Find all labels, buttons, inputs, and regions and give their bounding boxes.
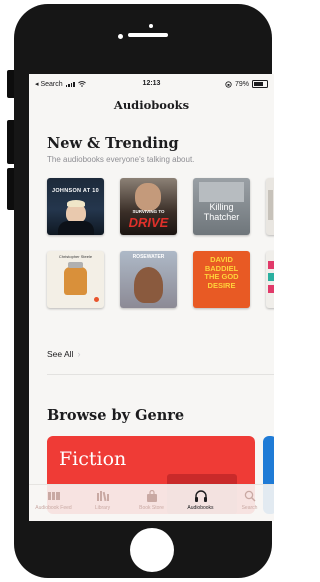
cover-detail — [268, 261, 274, 269]
new-trending-subtitle: The audiobooks everyone's talking about. — [47, 155, 195, 164]
library-icon — [96, 491, 109, 502]
front-camera — [118, 34, 123, 39]
cover-cap — [68, 262, 83, 268]
tab-label: Search — [241, 505, 258, 511]
battery-percent: 79% — [234, 80, 249, 88]
cover-bottle — [64, 267, 87, 295]
audiobook-cover-steele[interactable]: Christopher Steele — [47, 251, 104, 308]
cover-subtitle: SURVIVING TO — [132, 209, 165, 214]
browse-by-genre-heading: Browse by Genre — [47, 407, 185, 424]
audiobook-cover-johnson-at-10[interactable]: JOHNSON AT 10 — [47, 178, 104, 235]
cover-detail — [268, 285, 274, 293]
earpiece-speaker — [128, 33, 168, 37]
genre-label: Fiction — [59, 448, 127, 470]
page-title: Audiobooks — [113, 98, 190, 112]
tab-label: Library — [94, 505, 111, 511]
cover-hair — [67, 200, 85, 207]
sensor-dot — [149, 24, 153, 28]
audiobook-cover-rosewater[interactable]: ROSEWATER — [120, 251, 177, 308]
cover-building — [199, 182, 244, 202]
bag-icon — [146, 490, 157, 502]
cover-detail — [268, 273, 274, 281]
penguin-logo — [94, 297, 99, 302]
cover-head — [134, 267, 163, 303]
search-icon — [244, 490, 256, 502]
status-right: 79% — [225, 80, 268, 88]
shelf-icon — [47, 492, 60, 500]
chevron-right-icon: › — [77, 349, 81, 359]
new-trending-heading[interactable]: New & Trending — [47, 135, 179, 152]
tab-audiobooks[interactable]: Audiobooks — [176, 485, 225, 521]
tab-book-store[interactable]: Book Store — [127, 485, 176, 521]
cover-portrait — [135, 183, 161, 211]
see-all-link[interactable]: See All › — [47, 349, 80, 359]
tab-audiobook-feed[interactable]: Audiobook Feed — [29, 485, 78, 521]
cover-title: JOHNSON AT 10 — [52, 188, 99, 194]
cover-detail — [268, 190, 273, 220]
status-bar: ◂ Search 12:13 79% — [29, 74, 274, 96]
battery-icon — [252, 80, 268, 88]
tab-label: Audiobooks — [187, 505, 214, 511]
cover-title: Killing Thatcher — [203, 202, 240, 222]
audiobook-cover-the-god-desire[interactable]: DAVID BADDIEL THE GOD DESIRE — [193, 251, 250, 308]
cover-title: DRIVE — [128, 215, 169, 230]
cover-title: DAVID BADDIEL THE GOD DESIRE — [204, 255, 239, 290]
audiobook-cover-killing-thatcher[interactable]: Killing Thatcher — [193, 178, 250, 235]
tab-label: Book Store — [139, 505, 164, 511]
section-divider — [47, 374, 274, 375]
tab-library[interactable]: Library — [78, 485, 127, 521]
cover-title: ROSEWATER — [132, 254, 165, 260]
audiobook-cover-partial[interactable] — [266, 178, 274, 235]
audiobook-cover-partial-2[interactable] — [266, 251, 274, 308]
tab-bar: Audiobook Feed Library Book Store Audiob… — [29, 484, 274, 521]
tab-label: Audiobook Feed — [35, 505, 72, 511]
see-all-label: See All — [47, 349, 74, 359]
audiobook-cover-surviving-to-drive[interactable]: SURVIVING TO DRIVE — [120, 178, 177, 235]
app-screen: ◂ Search 12:13 79% Audiobooks New & Tren… — [29, 74, 274, 521]
cover-author: Christopher Steele — [58, 254, 93, 259]
tab-search[interactable]: Search — [225, 485, 274, 521]
headphones-icon — [194, 490, 207, 502]
home-button[interactable] — [130, 528, 174, 572]
cover-suit — [58, 221, 94, 235]
orientation-lock-icon — [225, 80, 232, 88]
